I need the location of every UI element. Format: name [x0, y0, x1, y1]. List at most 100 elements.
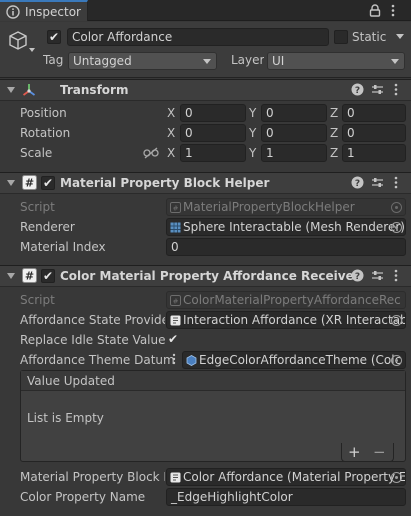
mpb-reference-value: Color Affordance (Material Property E: [183, 470, 406, 484]
active-checkbox[interactable]: ✔: [47, 30, 61, 44]
preset-sliders-icon[interactable]: [371, 176, 384, 189]
axis-x-label: X: [167, 146, 176, 160]
position-z-input[interactable]: 0: [342, 104, 406, 122]
object-picker-icon[interactable]: [391, 222, 402, 233]
script-label: Script: [20, 200, 55, 214]
object-picker-icon[interactable]: [391, 315, 402, 326]
axis-y-label: Y: [249, 126, 257, 140]
script-hash-icon: #: [22, 175, 37, 190]
preset-sliders-icon[interactable]: [371, 83, 384, 96]
position-label: Position: [20, 106, 67, 120]
kebab-menu-icon[interactable]: [393, 176, 399, 189]
lock-icon[interactable]: [369, 4, 381, 17]
rotation-label: Rotation: [20, 126, 71, 140]
help-icon[interactable]: ?: [351, 83, 364, 96]
object-name-input[interactable]: Color Affordance: [67, 28, 329, 46]
kebab-menu-icon[interactable]: [390, 4, 396, 17]
receiver-enabled-checkbox[interactable]: ✔: [41, 269, 55, 283]
help-icon[interactable]: ?: [351, 269, 364, 282]
checkmark-icon: ✔: [48, 30, 60, 44]
color-property-label: Color Property Name: [20, 490, 146, 504]
affordance-provider-field[interactable]: Interaction Affordance (XR Interactab: [166, 311, 406, 329]
script-label: Script: [20, 293, 55, 307]
chevron-down-icon: [391, 59, 399, 64]
layer-value: UI: [272, 54, 285, 68]
scale-label: Scale: [20, 146, 53, 160]
foldout-arrow-icon[interactable]: [7, 180, 15, 186]
position-y-input[interactable]: 0: [261, 104, 327, 122]
static-dropdown-arrow[interactable]: [396, 34, 404, 39]
unlinked-scale-icon[interactable]: [143, 147, 159, 159]
object-picker-icon: [391, 202, 402, 213]
transform-title: Transform: [60, 83, 129, 97]
replace-idle-checkbox[interactable]: ✔: [166, 333, 180, 347]
axis-x-label: X: [167, 126, 176, 140]
tag-dropdown[interactable]: Untagged: [68, 52, 217, 70]
transform-axes-icon: [22, 84, 36, 96]
cs-script-icon: #: [170, 295, 181, 306]
mesh-renderer-icon: [170, 222, 181, 233]
gameobject-cube-icon[interactable]: [7, 30, 29, 52]
material-index-label: Material Index: [20, 240, 106, 254]
receiver-script-field: # ColorMaterialPropertyAffordanceRec: [166, 291, 406, 309]
axis-y-label: Y: [249, 106, 257, 120]
svg-text:#: #: [173, 298, 179, 306]
icon-dropdown-arrow[interactable]: [29, 48, 35, 52]
provider-label: Affordance State Provider: [20, 313, 165, 327]
rotation-z-input[interactable]: 0: [342, 124, 406, 142]
svg-text:#: #: [25, 177, 34, 190]
svg-text:?: ?: [355, 272, 360, 282]
renderer-field[interactable]: Sphere Interactable (Mesh Renderer): [166, 218, 406, 236]
svg-text:#: #: [25, 270, 34, 283]
layer-dropdown[interactable]: UI: [267, 52, 405, 70]
theme-datum-field[interactable]: EdgeColorAffordanceTheme (Colc: [182, 351, 406, 369]
axis-z-label: Z: [330, 126, 339, 140]
axis-z-label: Z: [330, 106, 339, 120]
object-picker-icon[interactable]: [391, 355, 402, 366]
axis-y-label: Y: [249, 146, 257, 160]
value-updated-title: Value Updated: [27, 374, 115, 388]
static-label: Static: [352, 30, 387, 44]
list-empty-text: List is Empty: [27, 411, 104, 425]
color-property-input[interactable]: _EdgeHighlightColor: [166, 488, 406, 506]
component-script-icon: [170, 472, 181, 483]
tag-value: Untagged: [73, 54, 132, 68]
tab-label: Inspector: [25, 5, 81, 19]
scale-x-input[interactable]: 1: [180, 144, 246, 162]
foldout-arrow-icon[interactable]: [7, 87, 15, 93]
axis-x-label: X: [167, 106, 176, 120]
mpb-helper-enabled-checkbox[interactable]: ✔: [41, 176, 55, 190]
replace-idle-label: Replace Idle State Value V: [20, 333, 165, 347]
script-hash-icon: #: [22, 268, 37, 283]
help-icon[interactable]: ?: [351, 176, 364, 189]
preset-sliders-icon[interactable]: [371, 269, 384, 282]
mpb-helper-title: Material Property Block Helper: [60, 176, 270, 190]
checkmark-icon: ✔: [42, 269, 54, 283]
add-list-item-button[interactable]: +: [348, 443, 361, 461]
remove-list-item-button[interactable]: −: [373, 443, 386, 461]
mpb-helper-reference-field[interactable]: Color Affordance (Material Property E: [166, 468, 406, 486]
svg-text:?: ?: [355, 86, 360, 96]
kebab-menu-icon[interactable]: [393, 269, 399, 282]
checkmark-icon: ✔: [42, 176, 54, 190]
kebab-menu-icon[interactable]: [172, 353, 176, 365]
rotation-y-input[interactable]: 0: [261, 124, 327, 142]
scriptable-object-icon: [186, 355, 197, 366]
inspector-tab[interactable]: Inspector: [0, 0, 88, 21]
receiver-script-value: ColorMaterialPropertyAffordanceRec: [183, 293, 401, 307]
scale-z-input[interactable]: 1: [342, 144, 406, 162]
scale-y-input[interactable]: 1: [261, 144, 327, 162]
object-picker-icon[interactable]: [391, 472, 402, 483]
kebab-menu-icon[interactable]: [393, 83, 399, 96]
tag-label: Tag: [43, 53, 64, 67]
material-index-input[interactable]: 0: [166, 238, 406, 256]
info-icon: [6, 5, 20, 19]
receiver-title: Color Material Property Affordance Recei…: [60, 269, 360, 283]
svg-text:?: ?: [355, 179, 360, 189]
chevron-down-icon: [203, 59, 211, 64]
rotation-x-input[interactable]: 0: [180, 124, 246, 142]
static-checkbox[interactable]: [334, 30, 348, 44]
position-x-input[interactable]: 0: [180, 104, 246, 122]
foldout-arrow-icon[interactable]: [7, 273, 15, 279]
provider-value: Interaction Affordance (XR Interactab: [183, 313, 406, 327]
